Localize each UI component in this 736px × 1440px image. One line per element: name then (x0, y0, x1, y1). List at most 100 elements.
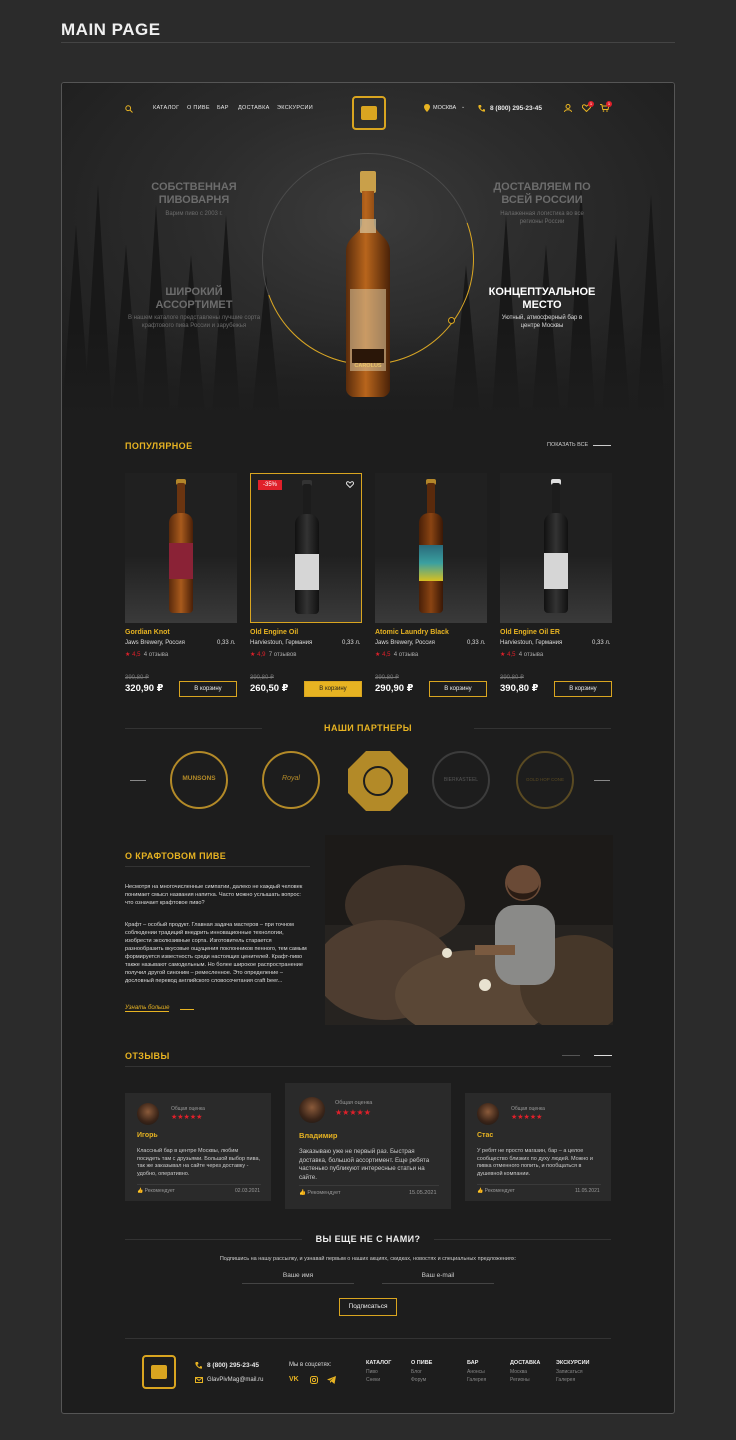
nav-catalog[interactable]: КАТАЛОГ (153, 105, 179, 111)
product-rating: ★ 4,5 4 отзыва (375, 652, 419, 658)
recommend-label: 👍 Рекомендует (137, 1188, 175, 1194)
add-to-cart-button[interactable]: В корзину (179, 681, 237, 697)
section-divider (125, 1066, 611, 1067)
footer-column-title[interactable]: БАР (467, 1360, 478, 1366)
product-card-image[interactable] (500, 473, 612, 623)
product-price: 260,50 ₽ (250, 683, 289, 694)
popular-title: ПОПУЛЯРНОЕ (125, 441, 193, 451)
subscribe-title: ВЫ ЕЩЕ НЕ С НАМИ? (302, 1234, 434, 1244)
partner-logo[interactable]: MUNSONS (170, 751, 228, 809)
reviews-title: ОТЗЫВЫ (125, 1051, 170, 1061)
telegram-icon[interactable] (327, 1376, 336, 1384)
product-name[interactable]: Atomic Laundry Black (375, 629, 449, 636)
partners-title: НАШИ ПАРТНЕРЫ (262, 723, 474, 733)
phone-icon (195, 1362, 202, 1369)
footer-column-title[interactable]: О ПИВЕ (411, 1360, 432, 1366)
learn-more-link[interactable]: Узнать больше (125, 1005, 170, 1012)
product-brewery: Harviestoun, Германия (500, 640, 563, 646)
hero-feature-brewery-sub: Варим пиво с 2003 г. (165, 211, 223, 217)
arrow-right-icon[interactable] (180, 1009, 194, 1010)
hero-bottle-label: CAROLUS (354, 363, 382, 369)
footer-link[interactable]: Анонсы (467, 1368, 485, 1376)
name-input[interactable]: Ваше имя (242, 1272, 354, 1279)
partner-logo[interactable]: GOLD HOP CONE (516, 751, 574, 809)
footer-link[interactable]: Форум (411, 1376, 426, 1384)
user-icon[interactable] (564, 104, 572, 112)
hero-feature-place-title: КОНЦЕПТУАЛЬНОЕ МЕСТО (488, 286, 596, 311)
mail-icon (195, 1377, 203, 1383)
footer-logo[interactable] (142, 1355, 176, 1389)
arrow-right-icon[interactable] (594, 780, 610, 781)
add-to-cart-button[interactable]: В корзину (304, 681, 362, 697)
arrow-left-icon[interactable] (130, 780, 146, 781)
product-name[interactable]: Gordian Knot (125, 629, 170, 636)
nav-delivery[interactable]: ДОСТАВКА (238, 105, 270, 111)
review-card: Общая оценка ★★★★★ Игорь Классный бар в … (125, 1093, 271, 1201)
hero-ring-dot (448, 317, 455, 324)
page-heading: MAIN PAGE (61, 20, 161, 39)
review-card: Общая оценка ★★★★★ Стас У ребят не прост… (465, 1093, 611, 1201)
footer-column-title[interactable]: ЭКСКУРСИИ (556, 1360, 590, 1366)
rating-stars: ★★★★★ (511, 1114, 543, 1121)
footer-link[interactable]: Регионы (510, 1376, 530, 1384)
product-name[interactable]: Old Engine Oil ER (500, 629, 560, 636)
footer-email[interactable]: GlavPivMag@mail.ru (207, 1377, 263, 1383)
review-text: Классный бар в центре Москвы, любим поси… (137, 1148, 261, 1177)
arrow-right-icon[interactable] (593, 445, 611, 446)
product-card-image[interactable] (250, 473, 362, 623)
review-date: 11.05.2021 (575, 1188, 600, 1194)
footer-link[interactable]: Галерея (556, 1376, 575, 1384)
nav-about-beer[interactable]: О ПИВЕ (187, 105, 210, 111)
hero-feature-delivery-sub: Налаженная логистика во все регионы Росс… (500, 211, 584, 225)
product-name[interactable]: Old Engine Oil (250, 629, 298, 636)
add-to-cart-button[interactable]: В корзину (554, 681, 612, 697)
nav-bar[interactable]: БАР (217, 105, 229, 111)
footer-column-title[interactable]: ДОСТАВКА (510, 1360, 540, 1366)
avatar (477, 1103, 499, 1125)
search-icon[interactable] (125, 105, 133, 113)
footer-column-title[interactable]: КАТАЛОГ (366, 1360, 391, 1366)
footer-link[interactable]: Пиво (366, 1368, 378, 1376)
header-phone[interactable]: 8 (800) 295-23-45 (490, 105, 542, 112)
hero-feature-assortment-title: ШИРОКИЙ АССОРТИМЕТ (155, 286, 233, 311)
product-price: 390,80 ₽ (500, 683, 539, 694)
product-old-price: 390,80 ₽ (125, 675, 149, 681)
partner-logo[interactable]: BIERKASTEEL (432, 751, 490, 809)
city-selector[interactable]: МОСКВА (433, 105, 456, 111)
arrow-left-icon[interactable] (562, 1055, 580, 1056)
product-volume: 0,33 л. (342, 640, 361, 646)
section-divider (125, 866, 310, 867)
name-input-underline (242, 1283, 354, 1284)
instagram-icon[interactable] (310, 1376, 318, 1384)
footer-phone[interactable]: 8 (800) 295-23-45 (207, 1362, 259, 1369)
vk-icon[interactable]: VK (289, 1376, 299, 1383)
social-label: Мы в соцсетях: (289, 1362, 332, 1368)
product-brewery: Harviestoun, Германия (250, 640, 313, 646)
partner-logo[interactable]: Royal (262, 751, 320, 809)
subscribe-button[interactable]: Подписаться (339, 1298, 397, 1316)
product-card-image[interactable] (125, 473, 237, 623)
arrow-right-icon[interactable] (594, 1055, 612, 1056)
product-price: 290,90 ₽ (375, 683, 414, 694)
heart-icon[interactable] (346, 481, 354, 488)
show-all-link[interactable]: ПОКАЗАТЬ ВСЕ (547, 442, 588, 448)
partner-logo[interactable] (348, 751, 408, 811)
footer-link[interactable]: Снеки (366, 1376, 380, 1384)
add-to-cart-button[interactable]: В корзину (429, 681, 487, 697)
nav-excursions[interactable]: ЭКСКУРСИИ (277, 105, 313, 111)
review-text: У ребят не просто магазин, бар – а целое… (477, 1148, 593, 1177)
chevron-down-icon[interactable]: ⌄ (461, 104, 465, 110)
footer-link[interactable]: Галерея (467, 1376, 486, 1384)
reviewer-name: Владимир (299, 1131, 338, 1140)
product-brewery: Jaws Brewery, Россия (125, 640, 185, 646)
product-volume: 0,33 л. (217, 640, 236, 646)
wishlist-badge: 1 (588, 101, 594, 107)
avatar (299, 1097, 325, 1123)
footer-link[interactable]: Москва (510, 1368, 527, 1376)
footer-link[interactable]: Блог (411, 1368, 422, 1376)
site-logo[interactable] (352, 96, 386, 130)
review-date: 15.05.2021 (409, 1190, 437, 1196)
product-card-image[interactable] (375, 473, 487, 623)
footer-link[interactable]: Записаться (556, 1368, 583, 1376)
email-input[interactable]: Ваш e-mail (382, 1272, 494, 1279)
